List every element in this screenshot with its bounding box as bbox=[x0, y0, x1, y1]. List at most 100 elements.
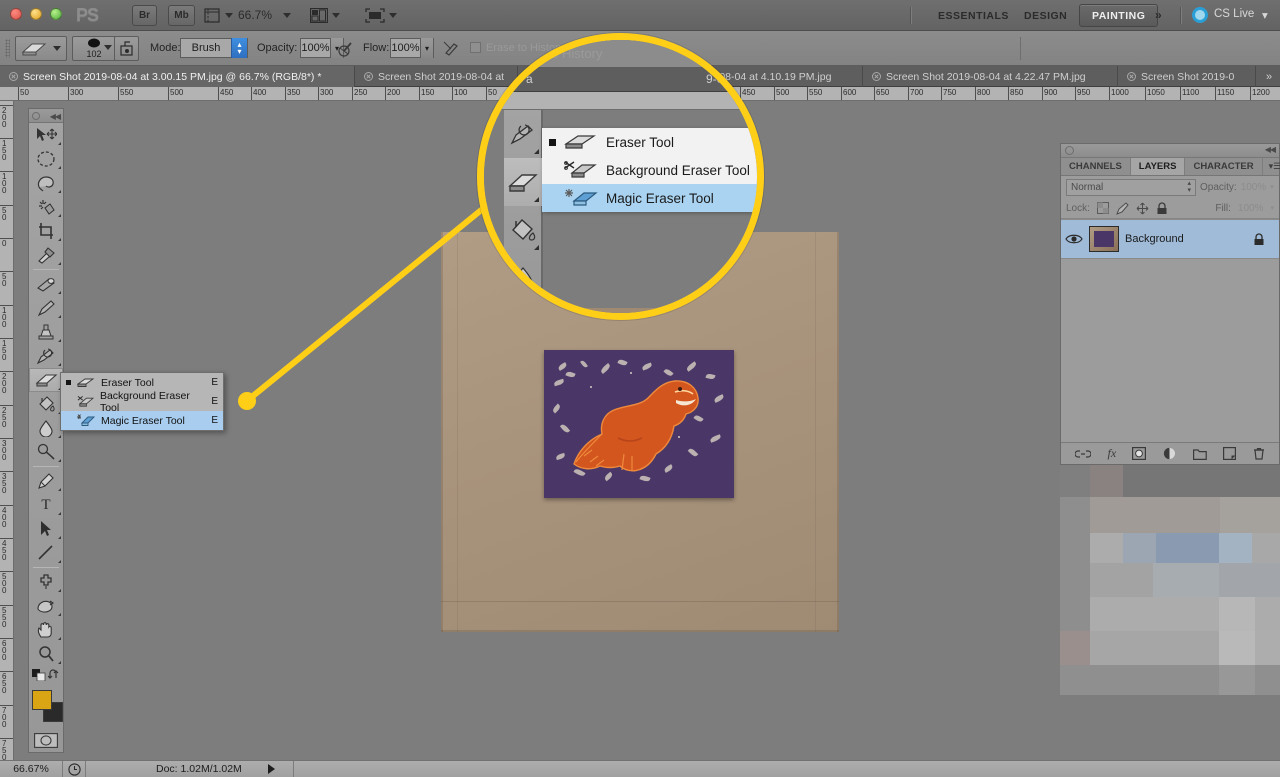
eraser-tool-flyout-menu[interactable]: Eraser Tool E Background Eraser Tool E M… bbox=[60, 372, 224, 431]
quick-mask-toggle[interactable] bbox=[29, 730, 63, 750]
close-icon[interactable] bbox=[1127, 72, 1136, 81]
link-layers-icon[interactable] bbox=[1075, 449, 1092, 459]
tool-clone-stamp[interactable] bbox=[29, 320, 63, 344]
panel-tab-channels[interactable]: CHANNELS bbox=[1061, 158, 1131, 175]
workspace-painting[interactable]: PAINTING bbox=[1079, 4, 1159, 27]
tool-flyout-arrow[interactable] bbox=[534, 245, 539, 250]
close-icon[interactable] bbox=[872, 72, 881, 81]
close-icon[interactable] bbox=[364, 72, 373, 81]
lock-position-icon[interactable] bbox=[1136, 202, 1149, 215]
magnified-flyout-item-background-eraser-tool[interactable]: Background Eraser Tool bbox=[542, 156, 757, 184]
flyout-item-magic-eraser-tool[interactable]: Magic Eraser Tool E bbox=[61, 411, 223, 430]
zoom-level-display[interactable]: 66.7% bbox=[238, 8, 272, 22]
flyout-item-background-eraser-tool[interactable]: Background Eraser Tool E bbox=[61, 390, 223, 414]
tool-flyout-arrow[interactable] bbox=[58, 238, 61, 241]
magnified-tool-blur[interactable] bbox=[504, 254, 542, 302]
document-tabs-overflow-button[interactable]: » bbox=[1256, 66, 1280, 87]
tool-3d-rotate[interactable] bbox=[29, 570, 63, 594]
lock-all-icon[interactable] bbox=[1156, 201, 1168, 215]
erase-to-history-checkbox[interactable] bbox=[470, 42, 481, 53]
lock-image-icon[interactable] bbox=[1116, 201, 1129, 215]
tool-line[interactable] bbox=[29, 541, 63, 565]
mode-select[interactable]: Brush ▴ ▾ bbox=[180, 38, 248, 58]
new-group-icon[interactable] bbox=[1193, 448, 1207, 460]
tool-flyout-arrow[interactable] bbox=[58, 262, 61, 265]
tool-flyout-arrow[interactable] bbox=[58, 166, 61, 169]
layer-style-fx-icon[interactable]: fx bbox=[1107, 446, 1116, 461]
fill-value[interactable]: 100% bbox=[1238, 203, 1264, 214]
tool-dodge[interactable] bbox=[29, 440, 63, 464]
tool-flyout-arrow[interactable] bbox=[58, 315, 61, 318]
maximize-window-button[interactable] bbox=[50, 8, 62, 20]
opacity-value[interactable]: 100% bbox=[1241, 182, 1267, 193]
options-bar-grip[interactable] bbox=[5, 39, 10, 58]
foreground-color-swatch[interactable] bbox=[32, 690, 52, 710]
layer-row-background[interactable]: Background bbox=[1061, 219, 1279, 259]
zoom-dropdown[interactable] bbox=[283, 5, 291, 26]
collapse-panel-icon[interactable]: ◀◀ bbox=[1265, 145, 1276, 154]
tool-3d-orbit[interactable] bbox=[29, 594, 63, 618]
swap-colors-icon[interactable] bbox=[48, 669, 60, 681]
magnified-erase-to-history-checkbox[interactable] bbox=[492, 46, 504, 58]
close-window-button[interactable] bbox=[10, 8, 22, 20]
status-expand-icon[interactable] bbox=[267, 764, 275, 774]
layer-visibility-eye-icon[interactable] bbox=[1065, 232, 1083, 246]
flow-dropdown-icon[interactable]: ▾ bbox=[420, 38, 433, 58]
panel-menu-icon[interactable]: ▾☰ bbox=[1263, 158, 1280, 175]
tool-flyout-arrow[interactable] bbox=[58, 512, 61, 515]
tool-brush[interactable] bbox=[29, 296, 63, 320]
tool-flyout-arrow[interactable] bbox=[58, 435, 61, 438]
tool-blur[interactable] bbox=[29, 416, 63, 440]
opacity-pressure-toggle[interactable] bbox=[334, 39, 356, 58]
tool-magic-wand[interactable] bbox=[29, 195, 63, 219]
tool-hand[interactable] bbox=[29, 618, 63, 642]
magnified-flyout-item-magic-eraser-tool[interactable]: Magic Eraser Tool bbox=[542, 184, 757, 212]
opacity-dropdown-icon[interactable]: ▾ bbox=[1270, 183, 1274, 191]
tool-paint-bucket[interactable] bbox=[29, 392, 63, 416]
panel-tab-layers[interactable]: LAYERS bbox=[1130, 158, 1186, 175]
blend-mode-select[interactable]: Normal ▴ ▾ bbox=[1066, 178, 1196, 196]
tool-flyout-arrow[interactable] bbox=[58, 661, 61, 664]
layer-mask-icon[interactable] bbox=[1132, 447, 1147, 460]
document-tab-0[interactable]: Screen Shot 2019-08-04 at 3.00.15 PM.jpg… bbox=[0, 66, 355, 87]
chevron-down-icon[interactable] bbox=[104, 45, 112, 50]
tool-flyout-arrow[interactable] bbox=[58, 637, 61, 640]
collapse-panel-icon[interactable]: ◀◀ bbox=[50, 112, 61, 121]
document-tab-4[interactable]: Screen Shot 2019-0 bbox=[1118, 66, 1256, 87]
tool-eyedropper[interactable] bbox=[29, 243, 63, 267]
panel-header[interactable]: ◀◀ bbox=[1061, 144, 1279, 158]
tool-crop[interactable] bbox=[29, 219, 63, 243]
tool-zoom[interactable] bbox=[29, 642, 63, 666]
arrange-documents-menu[interactable] bbox=[310, 5, 340, 26]
tool-eraser[interactable] bbox=[29, 368, 63, 392]
tool-flyout-arrow[interactable] bbox=[534, 293, 539, 298]
launch-mini-bridge-button[interactable]: Mb bbox=[168, 5, 195, 26]
minimize-window-button[interactable] bbox=[30, 8, 42, 20]
tools-panel-header[interactable]: ◀◀ bbox=[29, 109, 63, 123]
tool-flyout-arrow[interactable] bbox=[534, 197, 539, 202]
vertical-ruler[interactable]: 200 150 100 50 0 50 100 150 200 250 300 … bbox=[0, 101, 14, 760]
workspace-essentials[interactable]: ESSENTIALS bbox=[926, 4, 1021, 27]
status-zoom-value[interactable]: 66.67% bbox=[0, 763, 62, 775]
cs-live-caret[interactable]: ▾ bbox=[1262, 8, 1268, 22]
magnified-tool-history-brush[interactable] bbox=[504, 110, 542, 158]
tool-flyout-arrow[interactable] bbox=[534, 149, 539, 154]
tool-flyout-arrow[interactable] bbox=[58, 536, 61, 539]
tool-lasso[interactable] bbox=[29, 171, 63, 195]
panel-tab-character[interactable]: CHARACTER bbox=[1185, 158, 1263, 175]
tool-flyout-arrow[interactable] bbox=[58, 339, 61, 342]
tool-flyout-arrow[interactable] bbox=[58, 142, 61, 145]
tool-flyout-arrow[interactable] bbox=[58, 560, 61, 563]
magnified-eraser-flyout-menu[interactable]: Eraser Tool Background Eraser Tool Magic… bbox=[542, 128, 757, 212]
clock-icon[interactable] bbox=[63, 762, 85, 776]
tool-flyout-arrow[interactable] bbox=[58, 589, 61, 592]
delete-layer-icon[interactable] bbox=[1253, 447, 1265, 460]
airbrush-toggle[interactable] bbox=[440, 39, 462, 58]
tablet-pressure-button[interactable] bbox=[114, 36, 139, 61]
document-tab-3[interactable]: Screen Shot 2019-08-04 at 4.22.47 PM.jpg bbox=[863, 66, 1118, 87]
default-colors-icon[interactable] bbox=[32, 669, 46, 681]
tool-flyout-arrow[interactable] bbox=[58, 488, 61, 491]
new-layer-icon[interactable] bbox=[1223, 447, 1237, 460]
tool-pen[interactable] bbox=[29, 469, 63, 493]
tool-history-brush[interactable] bbox=[29, 344, 63, 368]
